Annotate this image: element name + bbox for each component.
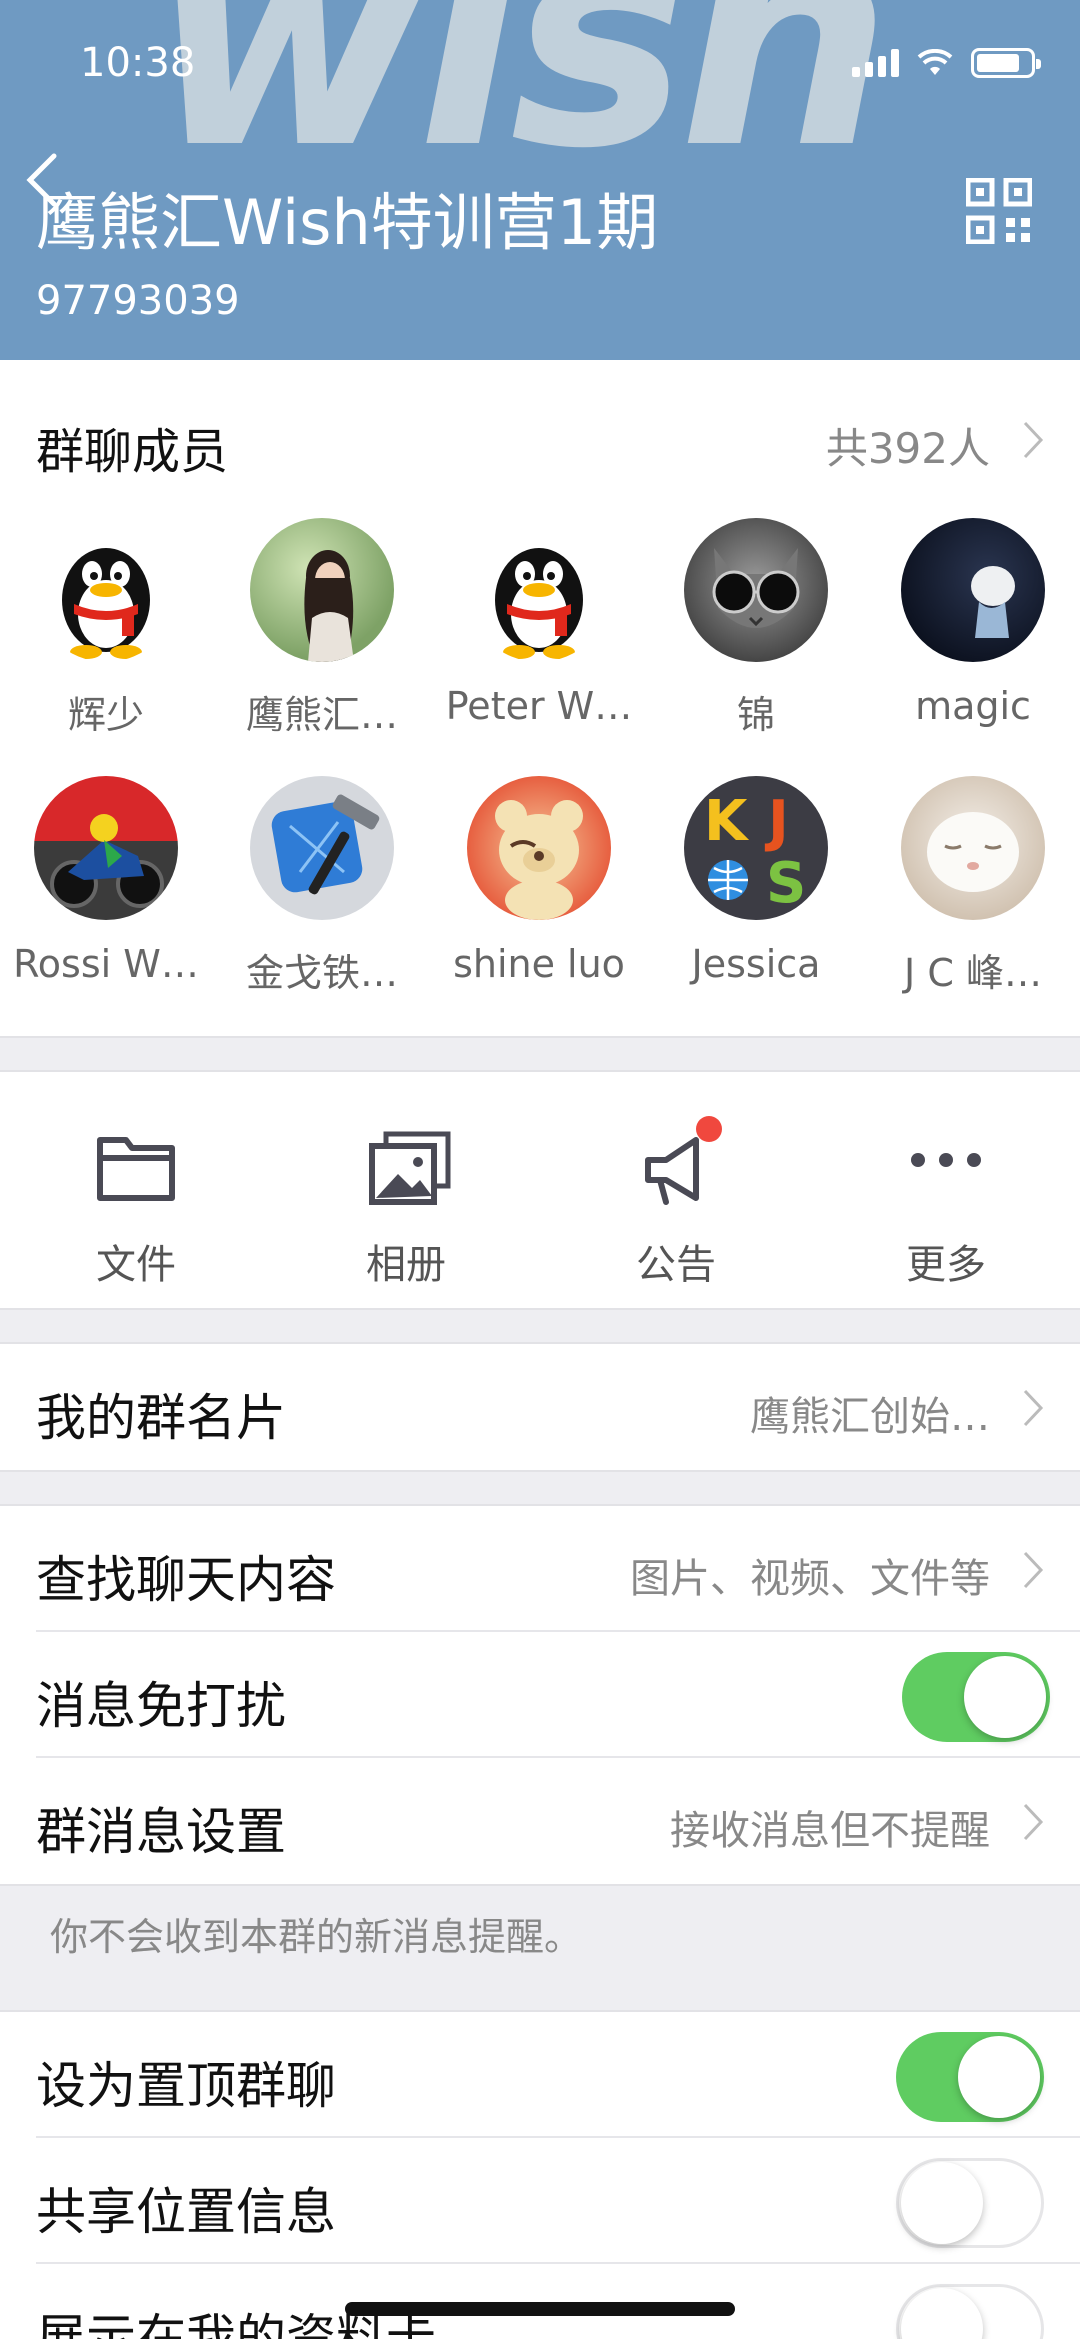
row-label: 设为置顶群聊 bbox=[36, 2057, 336, 2115]
row-label: 共享位置信息 bbox=[36, 2183, 336, 2241]
qr-code-icon[interactable] bbox=[966, 178, 1032, 244]
row-label: 我的群名片 bbox=[36, 1389, 286, 1447]
announcement-button[interactable]: 公告 bbox=[576, 1116, 776, 1290]
photo-album-icon bbox=[369, 1131, 451, 1205]
more-button[interactable]: 更多 bbox=[846, 1130, 1046, 1290]
dark-figure-avatar bbox=[901, 518, 1045, 662]
search-chat-row[interactable]: 查找聊天内容 图片、视频、文件等 bbox=[0, 1506, 1080, 1632]
section-divider bbox=[0, 1884, 1080, 1886]
chevron-right-icon bbox=[1023, 1803, 1044, 1841]
woman-photo-avatar bbox=[250, 518, 394, 662]
member-item[interactable]: 辉少 bbox=[6, 518, 206, 739]
group-id: 97793039 bbox=[36, 278, 240, 324]
album-button[interactable]: 相册 bbox=[306, 1130, 506, 1290]
notification-hint: 你不会收到本群的新消息提醒。 bbox=[50, 1915, 583, 1959]
white-cat-avatar bbox=[901, 776, 1045, 920]
megaphone-icon bbox=[645, 1137, 699, 1205]
more-dots-icon bbox=[911, 1153, 981, 1167]
xcode-hammer-avatar bbox=[250, 776, 394, 920]
member-item[interactable]: K J S Jessica bbox=[656, 776, 856, 986]
do-not-disturb-toggle[interactable] bbox=[902, 1652, 1050, 1742]
section-divider bbox=[0, 1308, 1080, 1310]
member-name: magic bbox=[915, 684, 1031, 728]
wifi-icon bbox=[917, 49, 953, 75]
members-heading[interactable]: 群聊成员 bbox=[36, 412, 228, 482]
qq-penguin-avatar bbox=[467, 518, 611, 662]
member-name: 锦 bbox=[736, 693, 775, 737]
member-name: Jessica bbox=[691, 942, 821, 986]
svg-text:K: K bbox=[704, 789, 750, 854]
member-item[interactable]: J C 峰… bbox=[873, 776, 1073, 997]
row-value: 接收消息但不提醒 bbox=[670, 1808, 990, 1854]
member-name: 辉少 bbox=[67, 693, 144, 737]
svg-text:S: S bbox=[766, 851, 806, 916]
member-name: J C 峰… bbox=[904, 951, 1042, 995]
status-icons bbox=[852, 48, 1041, 78]
status-time: 10:38 bbox=[80, 40, 196, 86]
members-count[interactable]: 共392人 bbox=[826, 415, 990, 476]
tool-label: 公告 bbox=[636, 1242, 716, 1288]
unread-badge bbox=[696, 1116, 722, 1142]
row-label: 群消息设置 bbox=[36, 1803, 286, 1861]
chevron-right-icon bbox=[1023, 1389, 1044, 1427]
member-item[interactable]: 锦 bbox=[656, 518, 856, 739]
section-divider bbox=[0, 1470, 1080, 1472]
chevron-right-icon[interactable] bbox=[1022, 420, 1044, 460]
battery-icon bbox=[971, 48, 1041, 78]
tool-label: 更多 bbox=[906, 1242, 986, 1288]
home-indicator bbox=[345, 2302, 735, 2316]
tool-label: 相册 bbox=[366, 1242, 446, 1288]
member-item[interactable]: Peter W… bbox=[439, 518, 639, 728]
svg-text:J: J bbox=[764, 789, 789, 854]
member-item[interactable]: Rossi W… bbox=[6, 776, 206, 986]
member-name: shine luo bbox=[453, 942, 625, 986]
group-header: wish 10:38 鹰熊汇Wish特训营1期 97793039 bbox=[0, 0, 1080, 360]
teddy-bear-avatar bbox=[467, 776, 611, 920]
member-item[interactable]: shine luo bbox=[439, 776, 639, 986]
row-label: 查找聊天内容 bbox=[36, 1551, 336, 1609]
pin-chat-row: 设为置顶群聊 bbox=[0, 2012, 1080, 2138]
signal-icon bbox=[852, 49, 899, 77]
member-name: Peter W… bbox=[445, 684, 633, 728]
show-in-profile-toggle[interactable] bbox=[896, 2284, 1044, 2339]
share-location-toggle[interactable] bbox=[896, 2158, 1044, 2248]
message-settings-row[interactable]: 群消息设置 接收消息但不提醒 bbox=[0, 1758, 1080, 1884]
kjs-logo-avatar: K J S bbox=[684, 776, 828, 920]
member-item[interactable]: 鹰熊汇… bbox=[222, 518, 422, 739]
member-name: 鹰熊汇… bbox=[245, 693, 398, 737]
member-item[interactable]: 金戈铁… bbox=[222, 776, 422, 997]
group-card-row[interactable]: 我的群名片 鹰熊汇创始… bbox=[0, 1344, 1080, 1470]
do-not-disturb-row: 消息免打扰 bbox=[0, 1632, 1080, 1758]
share-location-row: 共享位置信息 bbox=[0, 2138, 1080, 2264]
motorcycle-rider-avatar bbox=[34, 776, 178, 920]
pin-chat-toggle[interactable] bbox=[896, 2032, 1044, 2122]
member-item[interactable]: magic bbox=[873, 518, 1073, 728]
files-button[interactable]: 文件 bbox=[36, 1130, 236, 1290]
chevron-right-icon bbox=[1023, 1551, 1044, 1589]
row-value: 图片、视频、文件等 bbox=[630, 1556, 990, 1602]
section-divider bbox=[0, 1036, 1080, 1038]
qq-penguin-avatar bbox=[34, 518, 178, 662]
row-value: 鹰熊汇创始… bbox=[750, 1394, 990, 1440]
member-name: 金戈铁… bbox=[245, 951, 398, 995]
cat-sunglasses-avatar bbox=[684, 518, 828, 662]
folder-icon bbox=[97, 1137, 175, 1201]
member-name: Rossi W… bbox=[13, 942, 199, 986]
tool-label: 文件 bbox=[96, 1242, 176, 1288]
group-title: 鹰熊汇Wish特训营1期 bbox=[36, 186, 659, 259]
row-label: 消息免打扰 bbox=[36, 1677, 286, 1735]
